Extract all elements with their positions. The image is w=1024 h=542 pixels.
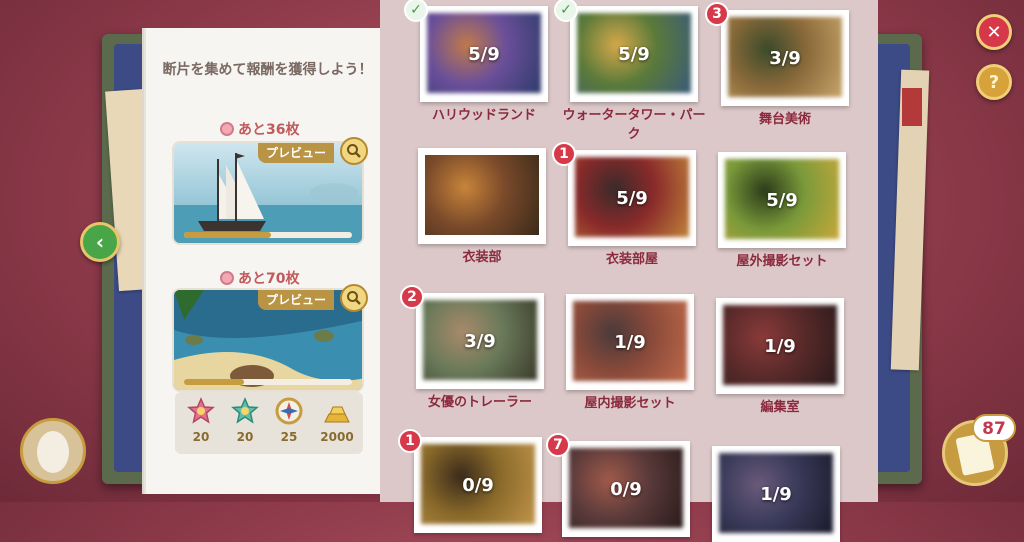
location-progress: 0/9 <box>610 479 642 500</box>
fragment-count-badge: 87 <box>972 414 1016 442</box>
reward-progress-bar <box>184 379 352 385</box>
stamp-decoration <box>902 88 922 126</box>
reward-item: 25 <box>267 396 311 444</box>
location-progress: 1/9 <box>764 336 796 357</box>
location-image <box>425 155 539 235</box>
star-medal-pink-icon <box>186 396 216 426</box>
location-name: 編集室 <box>760 400 800 415</box>
location-progress: 5/9 <box>618 44 650 65</box>
reward-items: 20 20 25 2000 <box>175 392 363 454</box>
location-name: ハリウッドランド <box>431 108 536 123</box>
location-name: 舞台美術 <box>758 112 811 127</box>
location-progress: 5/9 <box>616 188 648 209</box>
magnifier-icon[interactable] <box>340 284 368 312</box>
reward-item: 2000 <box>315 396 359 444</box>
location-name: 屋外撮影セット <box>736 254 828 269</box>
gold-bars-icon <box>322 396 352 426</box>
reward-item-qty: 20 <box>236 430 254 444</box>
location-progress: 3/9 <box>464 331 496 352</box>
fragment-coin-icon <box>220 122 234 136</box>
fragment-coin-icon <box>220 271 234 285</box>
compass-icon <box>274 396 304 426</box>
close-button[interactable]: ✕ <box>976 14 1012 50</box>
new-fragments-badge: 7 <box>546 433 570 457</box>
help-button[interactable]: ? <box>976 64 1012 100</box>
reward-remaining-2: あと70枚 <box>220 268 340 288</box>
location-name: 女優のトレーラー <box>427 395 532 410</box>
location-progress: 5/9 <box>468 44 500 65</box>
reward-remaining-text: あと70枚 <box>238 271 300 287</box>
preview-button[interactable]: プレビュー <box>258 143 335 163</box>
location-name: 衣装部屋 <box>605 252 658 267</box>
reward-item-qty: 2000 <box>320 430 354 444</box>
back-button[interactable]: ‹ <box>80 222 120 262</box>
reward-progress-fill <box>184 232 272 238</box>
close-icon: ✕ <box>986 21 1002 43</box>
reward-item: 20 <box>223 396 267 444</box>
location-progress: 5/9 <box>766 190 798 211</box>
preview-button[interactable]: プレビュー <box>258 290 335 310</box>
location-name: 屋内撮影セット <box>584 396 676 411</box>
reward-item: 20 <box>179 396 223 444</box>
reward-item-qty: 25 <box>280 430 298 444</box>
new-fragments-badge: 3 <box>705 2 729 26</box>
reward-remaining-text: あと36枚 <box>238 122 300 138</box>
portrait-icon <box>37 431 69 473</box>
intro-text: 断片を集めて報酬を獲得しよう！ <box>162 62 373 78</box>
chevron-left-icon: ‹ <box>95 230 105 254</box>
reward-progress-bar <box>184 232 352 238</box>
location-progress: 3/9 <box>769 48 801 69</box>
reward-item-qty: 20 <box>192 430 210 444</box>
magnifier-icon[interactable] <box>340 137 368 165</box>
location-progress: 1/9 <box>614 332 646 353</box>
reward-remaining-1: あと36枚 <box>220 119 340 139</box>
new-fragments-badge: 2 <box>400 285 424 309</box>
help-label: ? <box>988 71 1000 93</box>
location-progress: 0/9 <box>462 475 494 496</box>
reward-progress-fill <box>184 379 245 385</box>
new-fragments-badge: 1 <box>552 142 576 166</box>
location-photo <box>418 148 546 244</box>
profile-avatar[interactable] <box>20 418 86 484</box>
location-name: 衣装部 <box>462 250 502 265</box>
star-medal-teal-icon <box>230 396 260 426</box>
new-fragments-badge: 1 <box>398 429 422 453</box>
location-name: ウォータータワー・パーク <box>562 108 706 142</box>
